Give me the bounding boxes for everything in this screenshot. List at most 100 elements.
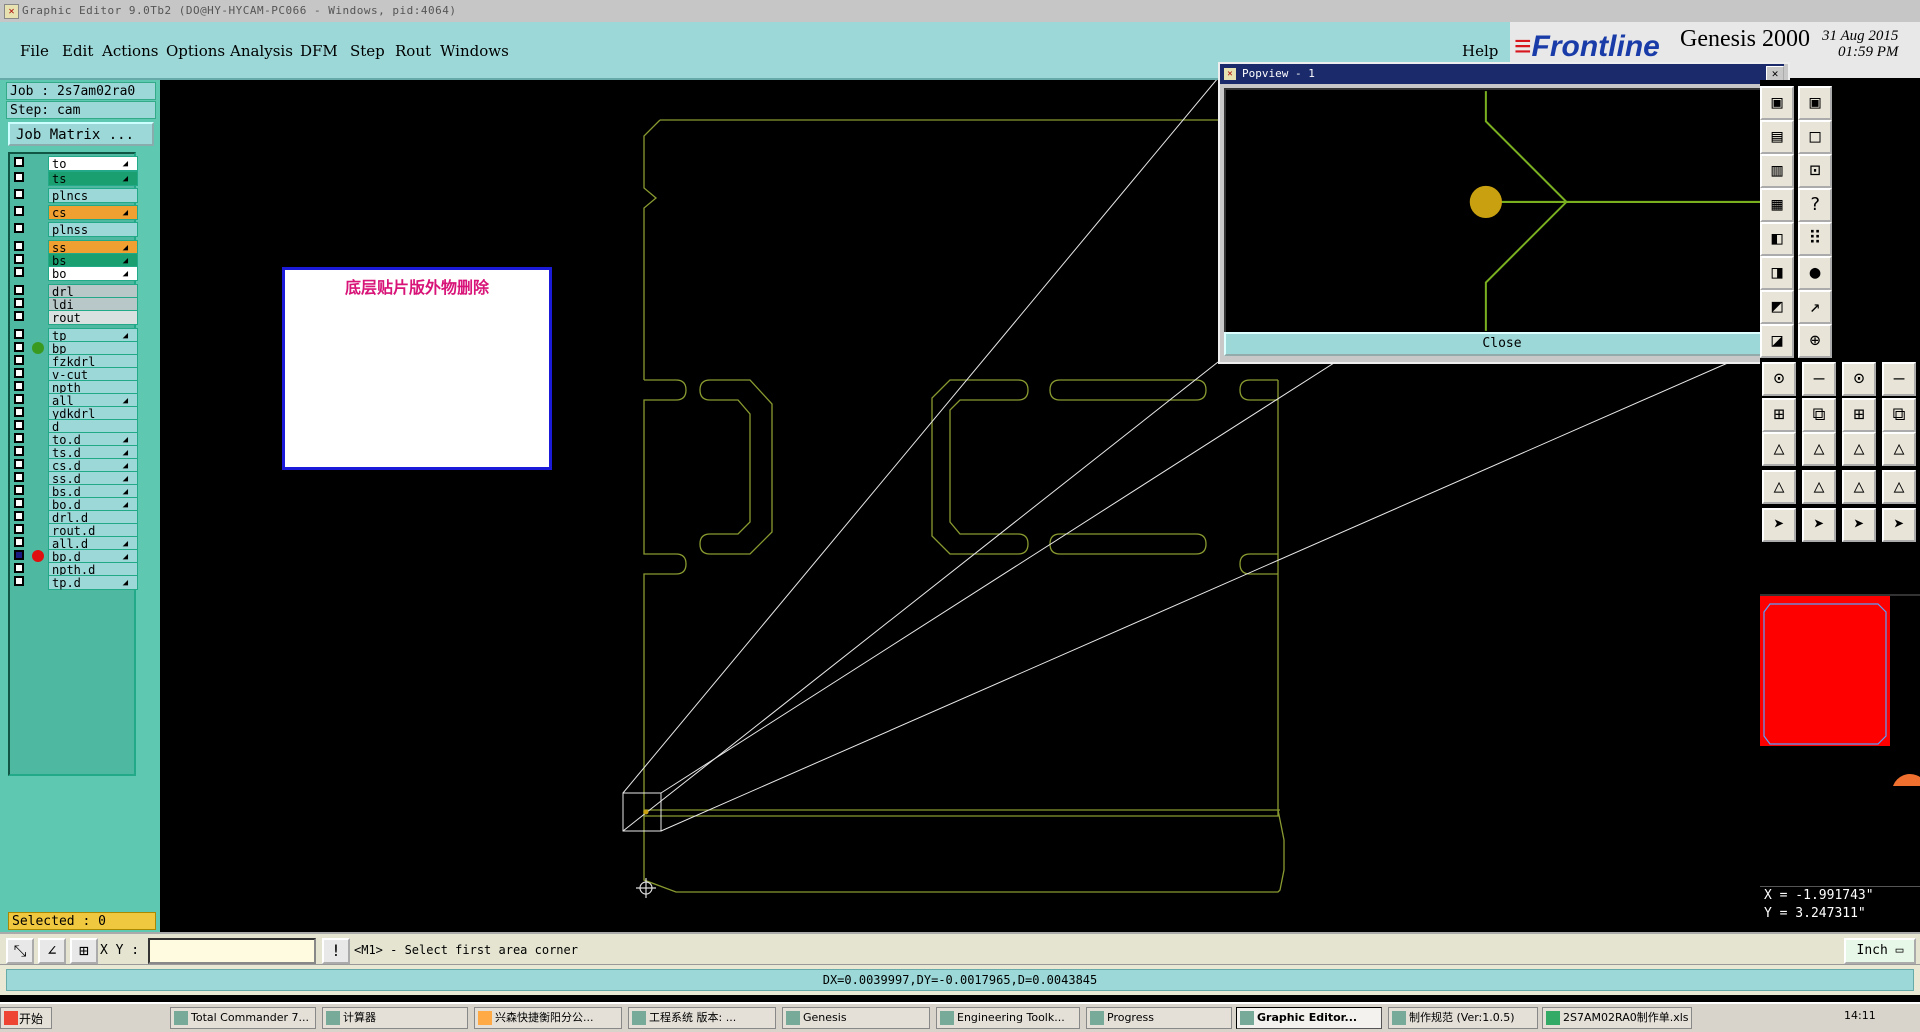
layer-row[interactable]: cs ◢ — [12, 205, 138, 220]
grid-tool-icon[interactable]: ◪ — [1760, 324, 1794, 358]
layer-checkbox[interactable] — [14, 267, 24, 277]
job-matrix-button[interactable]: Job Matrix ... — [8, 122, 154, 146]
pan-tool-icon[interactable]: ▥ — [1760, 154, 1794, 188]
layer-checkbox[interactable] — [14, 420, 24, 430]
pad-tool-icon[interactable]: ◨ — [1760, 256, 1794, 290]
layer-checkbox[interactable] — [14, 498, 24, 508]
layer-checkbox[interactable] — [14, 459, 24, 469]
layer-checkbox[interactable] — [14, 472, 24, 482]
shape-tool-icon[interactable]: △ — [1882, 432, 1916, 466]
copy-tool-icon[interactable]: ⊞ — [1842, 398, 1876, 432]
layer-tool-icon[interactable]: ⠿ — [1798, 222, 1832, 256]
taskbar-item-calculator[interactable]: 计算器 — [322, 1007, 468, 1029]
surface-tool-icon[interactable]: △ — [1842, 470, 1876, 504]
copy-tool-icon[interactable]: ⊞ — [1762, 398, 1796, 432]
layer-checkbox[interactable] — [14, 223, 24, 233]
line-tool-icon[interactable]: ◩ — [1760, 290, 1794, 324]
copy-tool-icon[interactable]: ⧉ — [1802, 398, 1836, 432]
copy-tool-icon[interactable]: ⧉ — [1882, 398, 1916, 432]
layer-checkbox[interactable] — [14, 563, 24, 573]
layer-checkbox[interactable] — [14, 298, 24, 308]
snap-icon[interactable]: ⤡ — [6, 938, 34, 964]
view-tool-icon[interactable]: ▣ — [1760, 86, 1794, 120]
popview-close-button[interactable]: Close — [1224, 332, 1780, 356]
shape-tool-icon[interactable]: △ — [1762, 432, 1796, 466]
layer-checkbox[interactable] — [14, 254, 24, 264]
layer-checkbox[interactable] — [14, 550, 24, 560]
zoom-tool-icon[interactable]: ▤ — [1760, 120, 1794, 154]
layer-row[interactable]: bo ◢ — [12, 266, 138, 281]
layer-row[interactable]: to ◢ — [12, 156, 138, 171]
layer-checkbox[interactable] — [14, 157, 24, 167]
layer-checkbox[interactable] — [14, 285, 24, 295]
menu-dfm[interactable]: DFM — [300, 42, 338, 60]
layer-checkbox[interactable] — [14, 576, 24, 586]
layer-checkbox[interactable] — [14, 342, 24, 352]
layer-checkbox[interactable] — [14, 433, 24, 443]
taskbar-item-spec[interactable]: 制作规范 (Ver:1.0.5) — [1388, 1007, 1538, 1029]
grid-icon[interactable]: ⊞ — [70, 938, 98, 964]
taskbar-item-xingsen[interactable]: 兴森快捷衡阳分公... — [474, 1007, 622, 1029]
surface-tool-icon[interactable]: △ — [1762, 470, 1796, 504]
layer-checkbox[interactable] — [14, 355, 24, 365]
view-tool-icon[interactable]: ▣ — [1798, 86, 1832, 120]
layer-checkbox[interactable] — [14, 206, 24, 216]
taskbar-item-total-commander[interactable]: Total Commander 7... — [170, 1007, 316, 1029]
measure-tool-icon[interactable]: — — [1882, 362, 1916, 396]
shape-tool-icon[interactable]: △ — [1802, 432, 1836, 466]
layer-checkbox[interactable] — [14, 241, 24, 251]
layer-checkbox[interactable] — [14, 311, 24, 321]
layer-label[interactable]: plnss — [48, 222, 138, 237]
taskbar-item-engineering-system[interactable]: 工程系统 版本: ... — [628, 1007, 776, 1029]
pad-tool-icon[interactable]: ● — [1798, 256, 1832, 290]
layer-checkbox[interactable] — [14, 485, 24, 495]
start-button[interactable]: 开始 — [0, 1007, 52, 1029]
line-tool-icon[interactable]: ↗ — [1798, 290, 1832, 324]
help-tool-icon[interactable]: ? — [1798, 188, 1832, 222]
popview-canvas[interactable] — [1224, 88, 1784, 334]
taskbar-item-graphic-editor[interactable]: Graphic Editor... — [1236, 1007, 1382, 1029]
layer-tool-icon[interactable]: ◧ — [1760, 222, 1794, 256]
layer-checkbox[interactable] — [14, 524, 24, 534]
measure-tool-icon[interactable]: ⊙ — [1842, 362, 1876, 396]
layer-row[interactable]: plncs — [12, 188, 138, 203]
layer-label[interactable]: rout — [48, 310, 138, 325]
menu-edit[interactable]: Edit — [62, 42, 93, 60]
layer-checkbox[interactable] — [14, 368, 24, 378]
layer-checkbox[interactable] — [14, 381, 24, 391]
menu-help[interactable]: Help — [1462, 42, 1498, 60]
surface-tool-icon[interactable]: △ — [1882, 470, 1916, 504]
grid-tool-icon[interactable]: ⊕ — [1798, 324, 1832, 358]
select-tool-icon[interactable]: ➤ — [1882, 508, 1916, 542]
select-tool-icon[interactable]: ➤ — [1762, 508, 1796, 542]
layer-row[interactable]: ts ◢ — [12, 171, 138, 186]
menu-step[interactable]: Step — [350, 42, 385, 60]
pan-tool-icon[interactable]: ⊡ — [1798, 154, 1832, 188]
menu-actions[interactable]: Actions — [102, 42, 158, 60]
minimap[interactable] — [1760, 594, 1920, 786]
taskbar-item-excel[interactable]: 2S7AM02RA0制作单.xls — [1542, 1007, 1692, 1029]
info-icon[interactable]: ! — [322, 938, 350, 964]
layer-checkbox[interactable] — [14, 537, 24, 547]
surface-tool-icon[interactable]: △ — [1802, 470, 1836, 504]
measure-tool-icon[interactable]: — — [1802, 362, 1836, 396]
taskbar-item-engineering-toolkit[interactable]: Engineering Toolk... — [936, 1007, 1080, 1029]
layer-checkbox[interactable] — [14, 446, 24, 456]
select-tool-icon[interactable]: ➤ — [1842, 508, 1876, 542]
menu-rout[interactable]: Rout — [395, 42, 431, 60]
menu-file[interactable]: File — [20, 42, 49, 60]
taskbar-item-progress[interactable]: Progress — [1086, 1007, 1232, 1029]
layer-checkbox[interactable] — [14, 511, 24, 521]
layer-row[interactable]: tp.d ◢ — [12, 575, 138, 590]
layer-checkbox[interactable] — [14, 329, 24, 339]
shape-tool-icon[interactable]: △ — [1842, 432, 1876, 466]
select-tool-icon[interactable]: ➤ — [1802, 508, 1836, 542]
unit-selector[interactable]: Inch ▭ — [1844, 938, 1916, 964]
menu-windows[interactable]: Windows — [440, 42, 509, 60]
layer-row[interactable]: plnss — [12, 222, 138, 237]
layer-checkbox[interactable] — [14, 394, 24, 404]
layer-checkbox[interactable] — [14, 407, 24, 417]
menu-analysis[interactable]: Analysis — [230, 42, 293, 60]
layer-label[interactable]: plncs — [48, 188, 138, 203]
help-tool-icon[interactable]: ▦ — [1760, 188, 1794, 222]
